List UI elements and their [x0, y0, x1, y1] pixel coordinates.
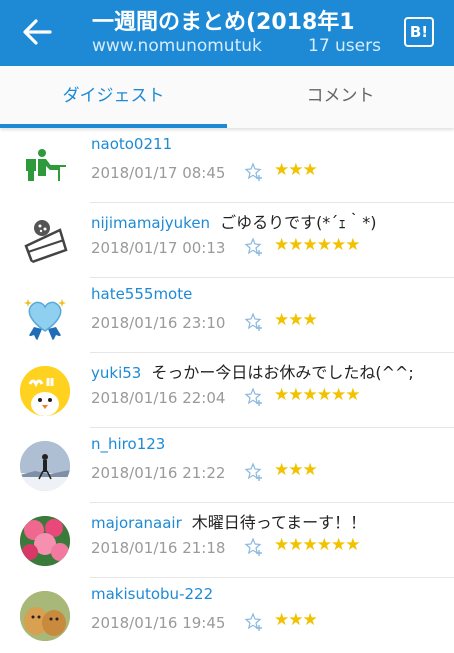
comment-date: 2018/01/17 00:13	[91, 239, 226, 257]
person-at-desk-icon	[26, 149, 66, 181]
comment-date: 2018/01/17 08:45	[91, 164, 226, 182]
comment-row[interactable]: naoto0211 2018/01/17 08:45 ★★★	[0, 128, 454, 203]
star-rating: ★★★	[274, 310, 318, 330]
avatar[interactable]	[20, 591, 70, 641]
comment-text: 木曜日待ってまーす！！	[191, 513, 367, 532]
comment-user-line: yuki53 そっかー今日はお休みでしたね(^^;	[91, 359, 414, 383]
add-star-icon[interactable]	[244, 162, 264, 182]
users-count[interactable]: 17 users	[308, 36, 381, 56]
comment-user-line: majoranaair 木曜日待ってまーす！！	[91, 509, 366, 533]
star-rating: ★★★★★★	[274, 235, 360, 255]
page-subtitle: www.nomunomutuk 17 users	[92, 36, 381, 56]
comment-row[interactable]: majoranaair 木曜日待ってまーす！！ 2018/01/16 21:18 …	[0, 503, 454, 578]
username[interactable]: hate555mote	[91, 285, 192, 303]
avatar[interactable]	[20, 291, 70, 341]
add-star-icon[interactable]	[244, 537, 264, 557]
star-rating: ★★★★★★	[274, 385, 360, 405]
comment-user-line: makisutobu-222	[91, 584, 223, 603]
avatar[interactable]	[20, 216, 70, 266]
comment-user-line: n_hiro123	[91, 434, 175, 453]
add-star-icon[interactable]	[244, 387, 264, 407]
comment-row[interactable]: n_hiro123 2018/01/16 21:22 ★★★	[0, 428, 454, 503]
comment-user-line: nijimamajyuken ごゆるりです(*´ｪ｀*)	[91, 209, 377, 233]
chick-icon	[20, 366, 70, 416]
heart-ribbon-icon	[24, 299, 66, 341]
star-rating: ★★★	[274, 610, 318, 630]
comment-date: 2018/01/16 21:22	[91, 464, 226, 482]
tab-bar: ダイジェスト コメント	[0, 66, 454, 128]
comment-date: 2018/01/16 19:45	[91, 614, 226, 632]
star-rating: ★★★★★★	[274, 535, 360, 555]
comment-text: そっかー今日はお休みでしたね(^^;	[151, 363, 414, 382]
photo-dogs-icon	[20, 591, 70, 641]
comment-row[interactable]: nijimamajyuken ごゆるりです(*´ｪ｀*) 2018/01/17 0…	[0, 203, 454, 278]
tab-comments[interactable]: コメント	[227, 66, 454, 128]
avatar[interactable]	[20, 441, 70, 491]
avatar[interactable]	[20, 516, 70, 566]
page-title: 一週間のまとめ(2018年1	[92, 10, 355, 35]
username[interactable]: naoto0211	[91, 135, 172, 153]
add-star-icon[interactable]	[244, 612, 264, 632]
hatena-bookmark-icon[interactable]: B!	[404, 17, 434, 47]
page-url: www.nomunomutuk	[92, 36, 262, 56]
comment-date: 2018/01/16 21:18	[91, 539, 226, 557]
star-rating: ★★★	[274, 160, 318, 180]
comment-row[interactable]: yuki53 そっかー今日はお休みでしたね(^^; 2018/01/16 22:0…	[0, 353, 454, 428]
add-star-icon[interactable]	[244, 462, 264, 482]
comment-date: 2018/01/16 23:10	[91, 314, 226, 332]
add-star-icon[interactable]	[244, 237, 264, 257]
avatar[interactable]	[20, 141, 70, 191]
comment-row[interactable]: hate555mote 2018/01/16 23:10 ★★★	[0, 278, 454, 353]
back-arrow-icon[interactable]	[22, 18, 52, 46]
cake-slice-icon	[24, 220, 68, 264]
app-bar: 一週間のまとめ(2018年1 www.nomunomutuk 17 users B…	[0, 0, 454, 66]
comment-date: 2018/01/16 22:04	[91, 389, 226, 407]
comment-text: ごゆるりです(*´ｪ｀*)	[220, 213, 377, 232]
photo-skier-icon	[20, 441, 70, 491]
star-rating: ★★★	[274, 460, 318, 480]
username[interactable]: n_hiro123	[91, 435, 165, 453]
username[interactable]: majoranaair	[91, 514, 182, 532]
comment-row[interactable]: makisutobu-222 2018/01/16 19:45 ★★★	[0, 578, 454, 653]
tab-digest[interactable]: ダイジェスト	[0, 66, 227, 128]
username[interactable]: yuki53	[91, 364, 141, 382]
username[interactable]: makisutobu-222	[91, 585, 213, 603]
comment-user-line: hate555mote	[91, 284, 202, 303]
avatar[interactable]	[20, 366, 70, 416]
comment-user-line: naoto0211	[91, 134, 182, 153]
username[interactable]: nijimamajyuken	[91, 214, 210, 232]
photo-flowers-icon	[20, 516, 70, 566]
add-star-icon[interactable]	[244, 312, 264, 332]
